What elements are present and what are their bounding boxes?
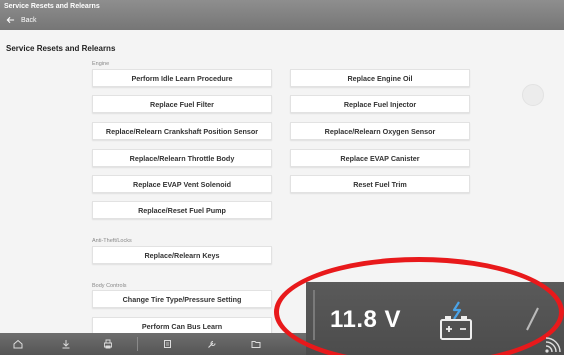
scroll-indicator[interactable] [522,84,544,106]
replace-fuel-injector-button[interactable]: Replace Fuel Injector [290,95,470,113]
section-label-body-controls: Body Controls [92,283,127,289]
snapshot-icon[interactable] [160,336,176,352]
section-label-anti-theft: Anti-Theft/Locks [92,238,132,244]
reset-fuel-trim-button[interactable]: Reset Fuel Trim [290,175,470,193]
print-icon[interactable] [100,336,116,352]
relearn-keys-button[interactable]: Replace/Relearn Keys [92,246,272,264]
idle-learn-button[interactable]: Perform Idle Learn Procedure [92,69,272,87]
oxygen-sensor-button[interactable]: Replace/Relearn Oxygen Sensor [290,122,470,140]
replace-fuel-filter-button[interactable]: Replace Fuel Filter [92,95,272,113]
evap-vent-solenoid-button[interactable]: Replace EVAP Vent Solenoid [92,175,272,193]
toolbar-divider [137,337,138,351]
screen: Service Resets and Relearns Back Service… [0,0,564,355]
section-label-engine: Engine [92,61,110,67]
evap-canister-button[interactable]: Replace EVAP Canister [290,149,470,167]
annotation-circle [274,257,564,355]
back-label: Back [21,16,37,24]
download-icon[interactable] [58,336,74,352]
crankshaft-sensor-button[interactable]: Replace/Relearn Crankshaft Position Sens… [92,122,272,140]
tire-pressure-button[interactable]: Change Tire Type/Pressure Setting [92,290,272,308]
home-icon[interactable] [10,336,26,352]
arrow-left-icon [6,16,15,24]
title-bar: Service Resets and Relearns Back [0,0,564,30]
page-title: Service Resets and Relearns [6,44,116,53]
app-title: Service Resets and Relearns [4,3,100,10]
tools-icon[interactable] [204,336,220,352]
back-button[interactable]: Back [6,16,37,24]
wireless-icon [545,337,561,353]
folder-icon[interactable] [248,336,264,352]
fuel-pump-button[interactable]: Replace/Reset Fuel Pump [92,201,272,219]
throttle-body-button[interactable]: Replace/Relearn Throttle Body [92,149,272,167]
replace-engine-oil-button[interactable]: Replace Engine Oil [290,69,470,87]
